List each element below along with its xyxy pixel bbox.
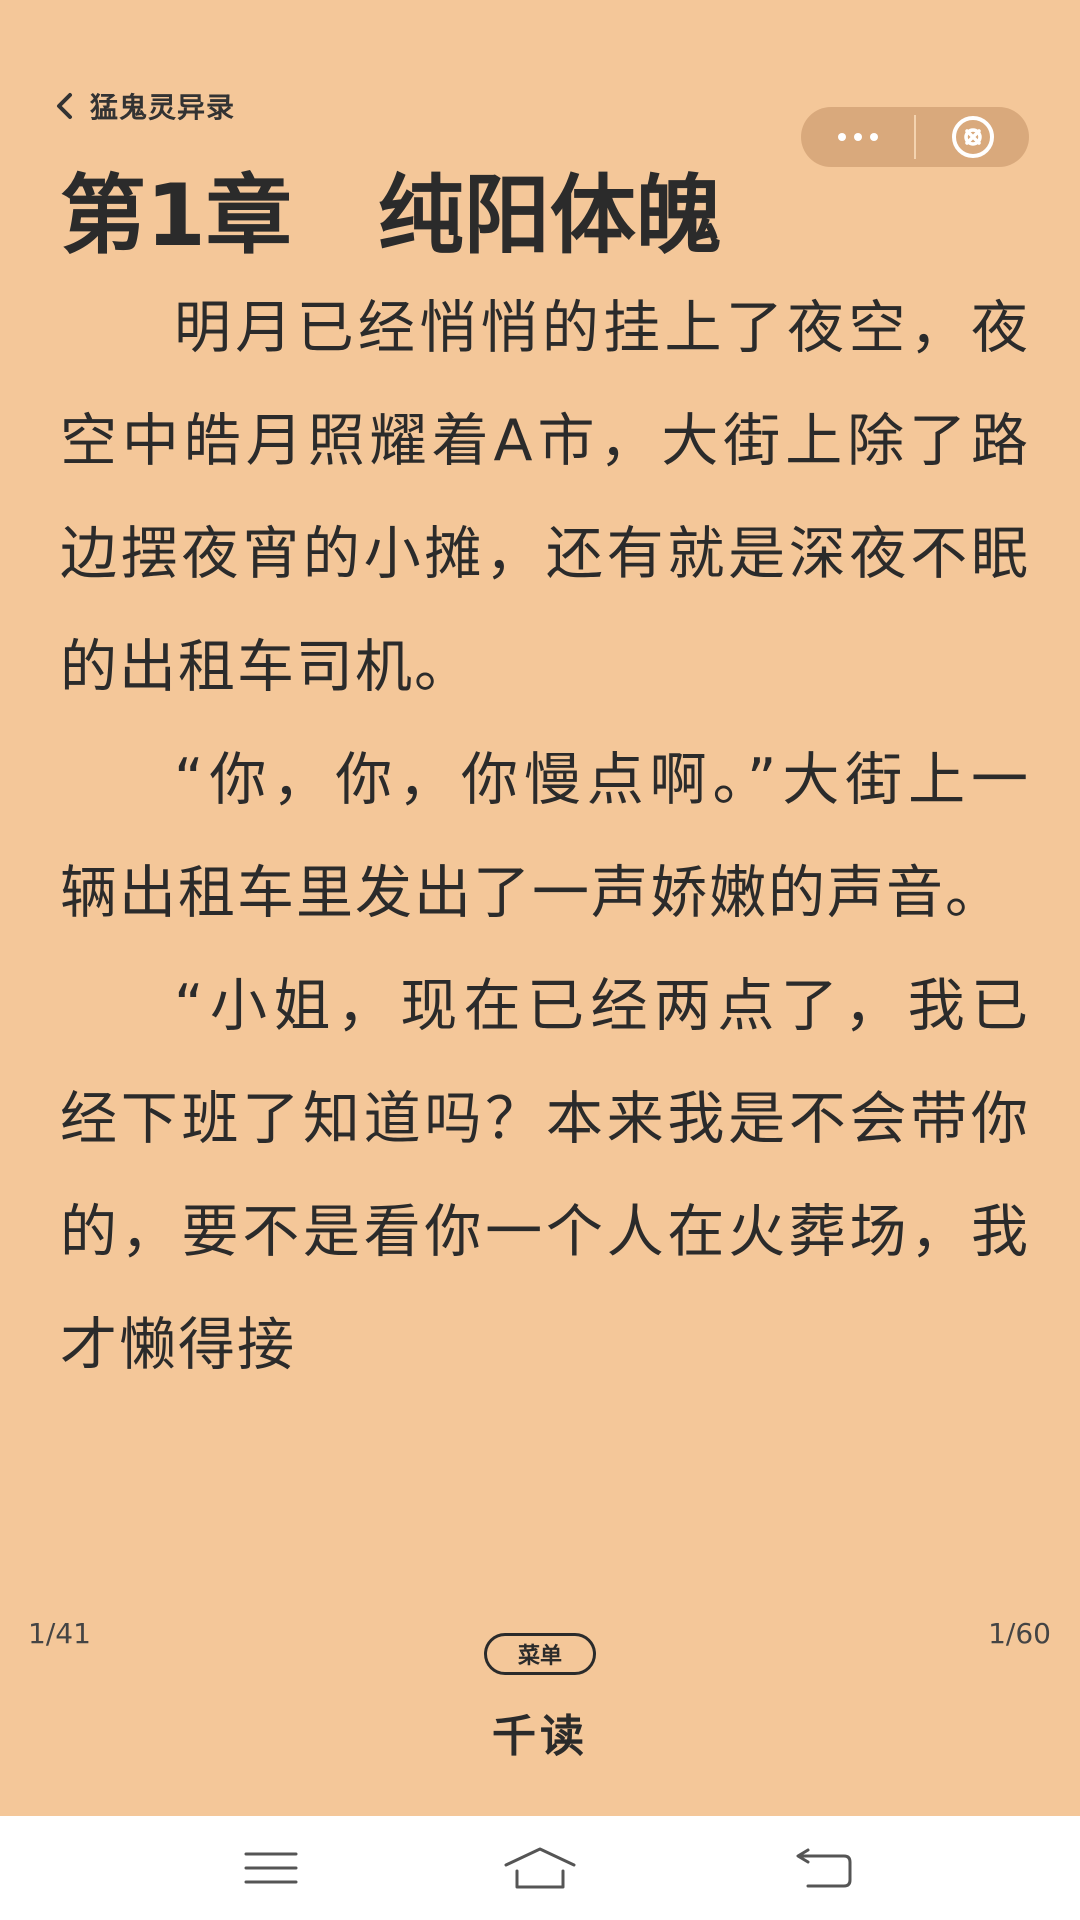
paragraph: 明月已经悄悄的挂上了夜空，夜空中皓月照耀着A市，大街上除了路边摆夜宵的小摊，还有…: [60, 295, 1030, 700]
close-circle-icon: [951, 116, 994, 158]
chapter-progress-right: 1/60: [988, 1617, 1051, 1650]
paragraph: “小姐，现在已经两点了，我已经下班了知道吗？本来我是不会带你的，要不是看你一个人…: [60, 973, 1030, 1378]
back-button[interactable]: [774, 1830, 874, 1906]
paragraph: “你，你，你慢点啊。”大街上一辆出租车里发出了一声娇嫩的声音。: [60, 747, 1030, 926]
reader-page[interactable]: 猛鬼灵异录 第1章 纯阳体魄 明月已经悄悄的挂上了夜空，夜空中皓月照耀着A市，大…: [0, 0, 1080, 1816]
app-brand: 千读: [492, 1711, 588, 1762]
chapter-text[interactable]: 明月已经悄悄的挂上了夜空，夜空中皓月照耀着A市，大街上除了路边摆夜宵的小摊，还有…: [60, 272, 1030, 1402]
chapter-title: 第1章 纯阳体魄: [60, 166, 722, 266]
recent-apps-button[interactable]: [221, 1830, 321, 1906]
system-navigation-bar: [0, 1816, 1080, 1920]
menu-button[interactable]: 菜单: [484, 1633, 596, 1675]
book-title-label: 猛鬼灵异录: [90, 91, 236, 124]
chevron-left-icon: [57, 93, 72, 119]
capsule-divider: [914, 115, 916, 159]
menu-lines-icon: [244, 1852, 298, 1884]
more-dots-icon: [837, 133, 878, 141]
home-button[interactable]: [490, 1830, 590, 1906]
mini-program-capsule: [801, 107, 1029, 167]
more-button[interactable]: [801, 107, 914, 167]
chapter-progress-left: 1/41: [28, 1617, 91, 1650]
back-to-book-link[interactable]: 猛鬼灵异录: [50, 84, 235, 128]
back-arrow-icon: [796, 1848, 852, 1888]
close-button[interactable]: [916, 107, 1029, 167]
home-icon: [504, 1847, 576, 1889]
